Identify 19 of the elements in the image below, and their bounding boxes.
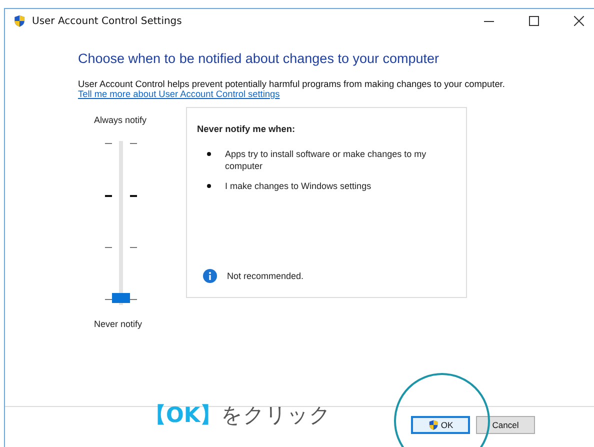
bullet-text: I make changes to Windows settings [225, 180, 372, 192]
maximize-icon[interactable] [529, 16, 539, 26]
info-icon [203, 269, 217, 283]
description: User Account Control helps prevent potentially harmful programs from making changes to your computer. [78, 79, 506, 89]
shield-icon [428, 419, 439, 431]
bullet-text: Apps try to install software or make changes to my computer [225, 148, 428, 172]
heading: Choose when to be notified about changes to your computer [78, 51, 440, 66]
close-icon[interactable] [574, 16, 584, 26]
slider-top-label: Always notify [94, 115, 147, 125]
help-link[interactable]: Tell me more about User Account Control settings [78, 89, 280, 99]
cancel-button[interactable]: Cancel [476, 416, 535, 434]
slider-thumb[interactable] [112, 293, 130, 303]
ok-button[interactable]: OK [411, 416, 470, 434]
shield-icon [13, 14, 26, 28]
note-text: Not recommended. [227, 271, 304, 281]
slider-bottom-label: Never notify [94, 319, 142, 329]
info-title: Never notify me when: [197, 124, 296, 134]
annotation-text: 【OK】をクリック [145, 402, 332, 429]
window-title: User Account Control Settings [32, 16, 182, 26]
